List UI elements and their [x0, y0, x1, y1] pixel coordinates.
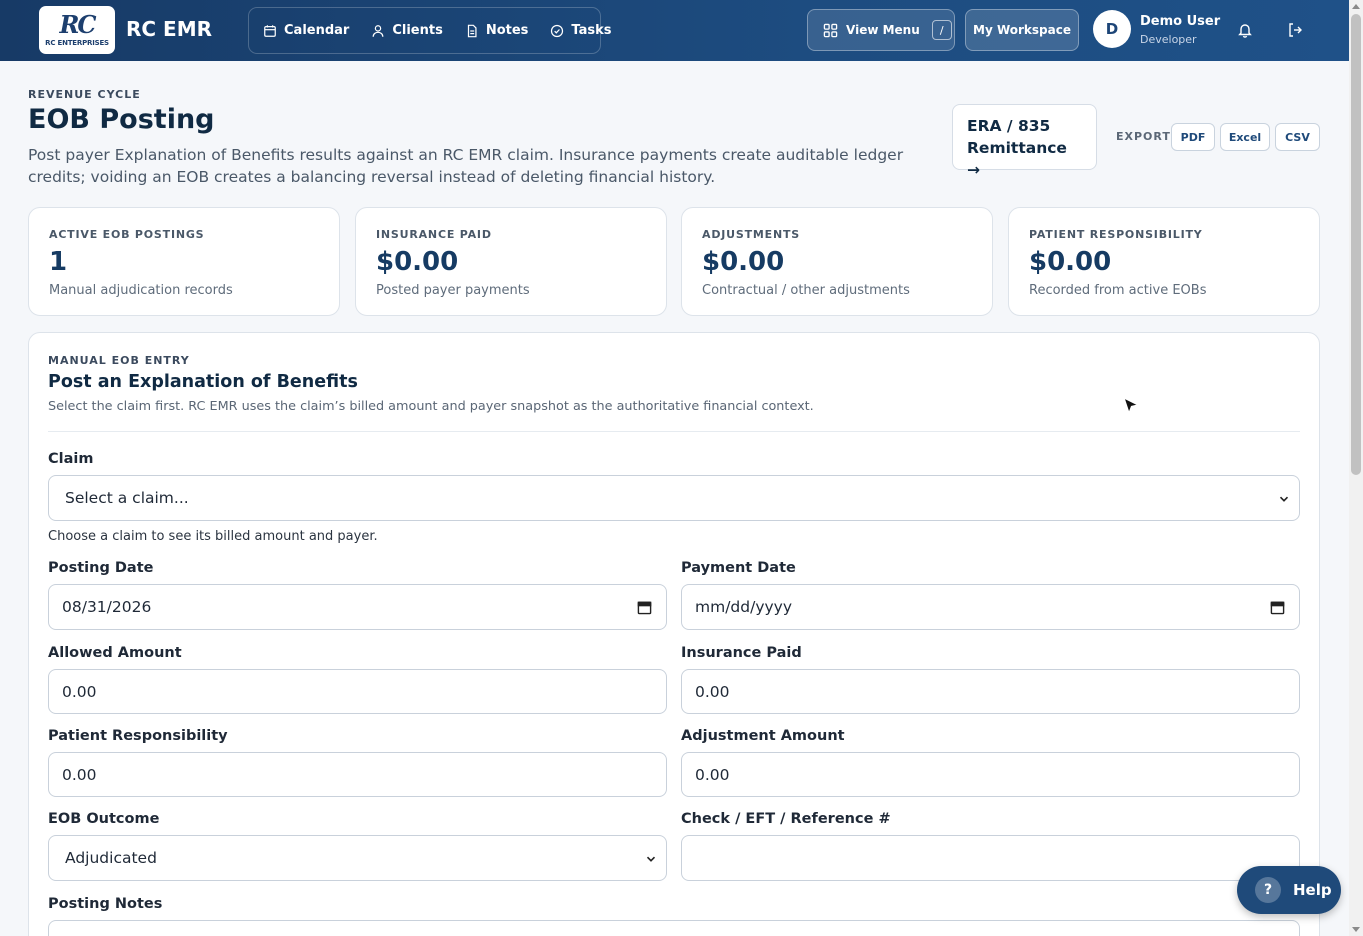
- allowed-amount-label: Allowed Amount: [48, 645, 182, 661]
- stat-subtitle: Posted payer payments: [376, 283, 530, 298]
- page-scrollbar[interactable]: [1349, 0, 1363, 936]
- logo-subtitle: RC ENTERPRISES: [45, 39, 109, 47]
- stat-subtitle: Manual adjudication records: [49, 283, 233, 298]
- posting-date-input[interactable]: 08/31/2026: [48, 584, 667, 630]
- document-icon: [467, 24, 477, 37]
- payment-date-label: Payment Date: [681, 560, 796, 576]
- insurance-paid-label: Insurance Paid: [681, 645, 802, 661]
- mouse-cursor-icon: [1123, 397, 1139, 414]
- posting-notes-label: Posting Notes: [48, 896, 163, 912]
- nav-notes[interactable]: Notes: [465, 23, 529, 38]
- form-divider: [48, 431, 1300, 432]
- posting-date-label: Posting Date: [48, 560, 154, 576]
- claim-label: Claim: [48, 451, 94, 467]
- stat-label: ACTIVE EOB POSTINGS: [49, 228, 205, 241]
- stat-card-insurance-paid: INSURANCE PAID $0.00 Posted payer paymen…: [355, 207, 667, 316]
- patient-responsibility-input[interactable]: 0.00: [48, 752, 667, 797]
- era-button-line2: Remittance →: [967, 139, 1067, 179]
- claim-select[interactable]: Select a claim...: [48, 475, 1300, 521]
- allowed-amount-input[interactable]: 0.00: [48, 669, 667, 714]
- stat-value: 1: [49, 247, 68, 277]
- stat-label: INSURANCE PAID: [376, 228, 492, 241]
- nav-clients[interactable]: Clients: [371, 23, 443, 38]
- nav-calendar-label: Calendar: [284, 23, 350, 38]
- reference-label: Check / EFT / Reference #: [681, 811, 891, 827]
- page-description: Post payer Explanation of Benefits resul…: [28, 146, 904, 186]
- page-eyebrow: REVENUE CYCLE: [28, 88, 141, 101]
- chevron-down-icon: [1279, 496, 1289, 502]
- scroll-thumb[interactable]: [1351, 14, 1361, 475]
- brand-name: RC EMR: [126, 17, 213, 41]
- page-title: EOB Posting: [28, 104, 215, 135]
- stat-card-active-postings: ACTIVE EOB POSTINGS 1 Manual adjudicatio…: [28, 207, 340, 316]
- form-description: Select the claim first. RC EMR uses the …: [48, 399, 814, 414]
- scroll-down-arrow[interactable]: [1352, 927, 1360, 932]
- patient-responsibility-label: Patient Responsibility: [48, 728, 228, 744]
- top-navigation-bar: RC RC ENTERPRISES RC EMR Calendar Client…: [0, 0, 1349, 61]
- logo[interactable]: RC RC ENTERPRISES: [39, 6, 115, 54]
- calendar-icon[interactable]: [1270, 600, 1285, 615]
- stat-value: $0.00: [702, 247, 785, 277]
- export-csv-button[interactable]: CSV: [1275, 123, 1320, 151]
- chevron-down-icon: [646, 856, 656, 862]
- nav-clients-label: Clients: [392, 23, 443, 38]
- avatar[interactable]: D: [1093, 10, 1131, 48]
- export-excel-button[interactable]: Excel: [1220, 123, 1270, 151]
- help-button[interactable]: ? Help: [1237, 866, 1341, 914]
- payment-date-input[interactable]: mm/dd/yyyy: [681, 584, 1300, 630]
- logo-mark: RC: [59, 10, 96, 39]
- help-label: Help: [1293, 881, 1332, 899]
- grid-icon: [823, 23, 838, 37]
- eob-outcome-select[interactable]: Adjudicated: [48, 835, 667, 881]
- era-button-line1: ERA / 835: [967, 117, 1051, 135]
- posting-notes-textarea[interactable]: [48, 920, 1300, 936]
- form-title: Post an Explanation of Benefits: [48, 372, 358, 392]
- stat-value: $0.00: [376, 247, 459, 277]
- main-nav: Calendar Clients Notes Tasks: [248, 7, 612, 54]
- user-icon: [372, 24, 384, 37]
- view-menu-button[interactable]: View Menu /: [807, 9, 955, 51]
- adjustment-amount-label: Adjustment Amount: [681, 728, 845, 744]
- view-menu-label: View Menu: [846, 23, 920, 37]
- era-remittance-button[interactable]: ERA / 835 Remittance →: [952, 104, 1097, 179]
- stat-label: PATIENT RESPONSIBILITY: [1029, 228, 1203, 241]
- nav-calendar[interactable]: Calendar: [263, 23, 349, 38]
- export-label: EXPORT: [1116, 130, 1171, 143]
- eob-entry-form: MANUAL EOB ENTRY Post an Explanation of …: [28, 332, 1320, 936]
- user-role: Developer: [1140, 33, 1197, 46]
- insurance-paid-input[interactable]: 0.00: [681, 669, 1300, 714]
- eob-outcome-label: EOB Outcome: [48, 811, 160, 827]
- stat-card-patient-responsibility: PATIENT RESPONSIBILITY $0.00 Recorded fr…: [1008, 207, 1320, 316]
- bell-icon[interactable]: [1237, 22, 1253, 38]
- payment-date-value: mm/dd/yyyy: [695, 598, 793, 616]
- nav-tasks-label: Tasks: [571, 23, 612, 38]
- claim-hint: Choose a claim to see its billed amount …: [48, 529, 378, 544]
- check-circle-icon: [551, 24, 564, 37]
- stat-label: ADJUSTMENTS: [702, 228, 800, 241]
- posting-date-value: 08/31/2026: [62, 598, 152, 616]
- my-workspace-button[interactable]: My Workspace: [965, 9, 1079, 51]
- stat-value: $0.00: [1029, 247, 1112, 277]
- user-name: Demo User: [1140, 14, 1221, 29]
- stat-subtitle: Contractual / other adjustments: [702, 283, 910, 298]
- reference-input[interactable]: [681, 835, 1300, 881]
- logout-icon[interactable]: [1287, 22, 1303, 38]
- scroll-up-arrow[interactable]: [1352, 4, 1360, 9]
- export-pdf-button[interactable]: PDF: [1171, 123, 1215, 151]
- stat-subtitle: Recorded from active EOBs: [1029, 283, 1207, 298]
- stat-card-adjustments: ADJUSTMENTS $0.00 Contractual / other ad…: [681, 207, 993, 316]
- calendar-icon[interactable]: [637, 600, 652, 615]
- form-eyebrow: MANUAL EOB ENTRY: [48, 354, 190, 367]
- adjustment-amount-input[interactable]: 0.00: [681, 752, 1300, 797]
- calendar-icon: [264, 24, 276, 37]
- eob-outcome-value: Adjudicated: [65, 849, 157, 867]
- view-menu-shortcut: /: [931, 20, 952, 40]
- nav-notes-label: Notes: [485, 23, 529, 38]
- help-icon: ?: [1255, 877, 1281, 903]
- nav-tasks[interactable]: Tasks: [550, 23, 612, 38]
- claim-select-value: Select a claim...: [65, 489, 189, 507]
